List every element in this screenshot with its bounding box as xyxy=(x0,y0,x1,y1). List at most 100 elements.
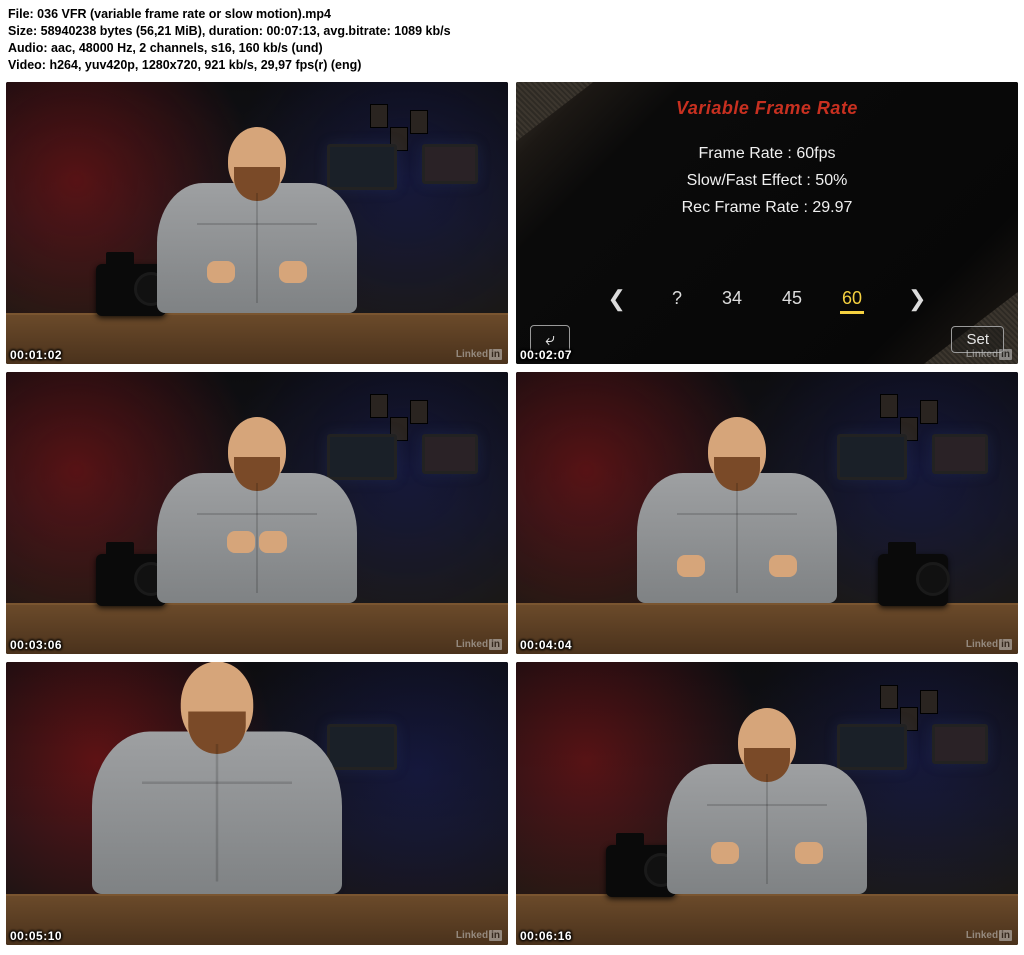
presenter xyxy=(157,473,357,603)
meta-size-label: Size: xyxy=(8,24,41,38)
shirt-pockets xyxy=(142,781,292,784)
shirt-seam xyxy=(766,774,768,884)
monitor xyxy=(932,724,988,764)
linkedin-watermark: Linkedin xyxy=(966,639,1012,650)
presenter-body xyxy=(157,183,357,313)
presenter-head xyxy=(228,127,286,195)
meta-video-line: Video: h264, yuv420p, 1280x720, 921 kb/s… xyxy=(8,57,1016,74)
linkedin-watermark: Linkedin xyxy=(966,930,1012,941)
monitor xyxy=(837,434,907,480)
shirt-seam xyxy=(736,483,738,593)
wall-photo xyxy=(920,400,938,424)
presenter-body xyxy=(637,473,837,603)
selector-option[interactable]: ? xyxy=(670,284,684,313)
monitor xyxy=(932,434,988,474)
meta-file-label: File: xyxy=(8,7,37,21)
thumbnail-contact-sheet: 00:01:02 Linkedin Variable Frame Rate Fr… xyxy=(0,82,1024,955)
hand xyxy=(259,531,287,553)
presenter-body xyxy=(157,473,357,603)
selector-option-active[interactable]: 60 xyxy=(840,284,864,314)
presenter-body xyxy=(92,731,342,894)
shirt-pockets xyxy=(707,804,827,806)
hand xyxy=(769,555,797,577)
meta-audio-label: Audio: xyxy=(8,41,51,55)
media-info-block: File: 036 VFR (variable frame rate or sl… xyxy=(0,0,1024,82)
thumbnail-3: 00:03:06 Linkedin xyxy=(6,372,508,654)
menu-bottom-bar: ⤶ Set xyxy=(530,325,1004,354)
camera-prop xyxy=(96,554,166,606)
presenter xyxy=(157,183,357,313)
presenter-head xyxy=(708,417,766,485)
camera-menu-screen xyxy=(516,82,1018,364)
meta-file-value: 036 VFR (variable frame rate or slow mot… xyxy=(37,7,331,21)
monitor xyxy=(422,434,478,474)
chevron-left-icon[interactable]: ❮ xyxy=(600,286,634,312)
hand xyxy=(279,261,307,283)
desk xyxy=(516,603,1018,654)
camera-prop xyxy=(878,554,948,606)
wall-photo xyxy=(410,110,428,134)
wall-photo xyxy=(370,104,388,128)
menu-title: Variable Frame Rate xyxy=(516,98,1018,119)
shirt-seam xyxy=(256,193,258,303)
shirt-pockets xyxy=(197,513,317,515)
meta-video-label: Video: xyxy=(8,58,49,72)
meta-file-line: File: 036 VFR (variable frame rate or sl… xyxy=(8,6,1016,23)
menu-slow-fast-effect: Slow/Fast Effect : 50% xyxy=(516,167,1018,194)
linkedin-watermark: Linkedin xyxy=(456,930,502,941)
desk xyxy=(6,894,508,945)
presenter xyxy=(92,731,342,894)
linkedin-watermark: Linkedin xyxy=(966,349,1012,360)
hand xyxy=(207,261,235,283)
menu-settings-block: Frame Rate : 60fps Slow/Fast Effect : 50… xyxy=(516,140,1018,222)
thumbnail-1: 00:01:02 Linkedin xyxy=(6,82,508,364)
chevron-right-icon[interactable]: ❯ xyxy=(900,286,934,312)
wall-photo xyxy=(920,690,938,714)
linkedin-watermark: Linkedin xyxy=(456,639,502,650)
timecode-overlay: 00:04:04 xyxy=(516,636,576,654)
wall-photo xyxy=(370,394,388,418)
desk xyxy=(516,894,1018,945)
menu-value-selector: ❮ ? 34 45 60 ❯ xyxy=(516,284,1018,314)
shirt-seam xyxy=(256,483,258,593)
thumbnail-4: 00:04:04 Linkedin xyxy=(516,372,1018,654)
selector-option[interactable]: 34 xyxy=(720,284,744,313)
timecode-overlay: 00:01:02 xyxy=(6,346,66,364)
meta-video-value: h264, yuv420p, 1280x720, 921 kb/s, 29,97… xyxy=(49,58,361,72)
thumbnail-6: 00:06:16 Linkedin xyxy=(516,662,1018,944)
menu-frame-rate: Frame Rate : 60fps xyxy=(516,140,1018,167)
selector-option[interactable]: 45 xyxy=(780,284,804,313)
timecode-overlay: 00:05:10 xyxy=(6,927,66,945)
hand xyxy=(677,555,705,577)
desk xyxy=(6,313,508,364)
hand xyxy=(711,842,739,864)
wall-photo xyxy=(880,394,898,418)
timecode-overlay: 00:03:06 xyxy=(6,636,66,654)
meta-size-value: 58940238 bytes (56,21 MiB), duration: 00… xyxy=(41,24,451,38)
presenter xyxy=(637,473,837,603)
presenter xyxy=(667,764,867,894)
linkedin-watermark: Linkedin xyxy=(456,349,502,360)
hand xyxy=(227,531,255,553)
wall-photo xyxy=(880,685,898,709)
shirt-pockets xyxy=(197,223,317,225)
meta-size-line: Size: 58940238 bytes (56,21 MiB), durati… xyxy=(8,23,1016,40)
timecode-overlay: 00:02:07 xyxy=(516,346,576,364)
meta-audio-value: aac, 48000 Hz, 2 channels, s16, 160 kb/s… xyxy=(51,41,323,55)
wall-photo xyxy=(410,400,428,424)
thumbnail-5: 00:05:10 Linkedin xyxy=(6,662,508,944)
meta-audio-line: Audio: aac, 48000 Hz, 2 channels, s16, 1… xyxy=(8,40,1016,57)
thumbnail-2: Variable Frame Rate Frame Rate : 60fps S… xyxy=(516,82,1018,364)
desk xyxy=(6,603,508,654)
timecode-overlay: 00:06:16 xyxy=(516,927,576,945)
presenter-head xyxy=(228,417,286,485)
menu-rec-frame-rate: Rec Frame Rate : 29.97 xyxy=(516,194,1018,221)
shirt-seam xyxy=(216,744,219,882)
camera-prop xyxy=(96,264,166,316)
presenter-head xyxy=(181,662,254,746)
camera-prop xyxy=(606,845,676,897)
monitor xyxy=(422,144,478,184)
shirt-pockets xyxy=(677,513,797,515)
hand xyxy=(795,842,823,864)
presenter-body xyxy=(667,764,867,894)
